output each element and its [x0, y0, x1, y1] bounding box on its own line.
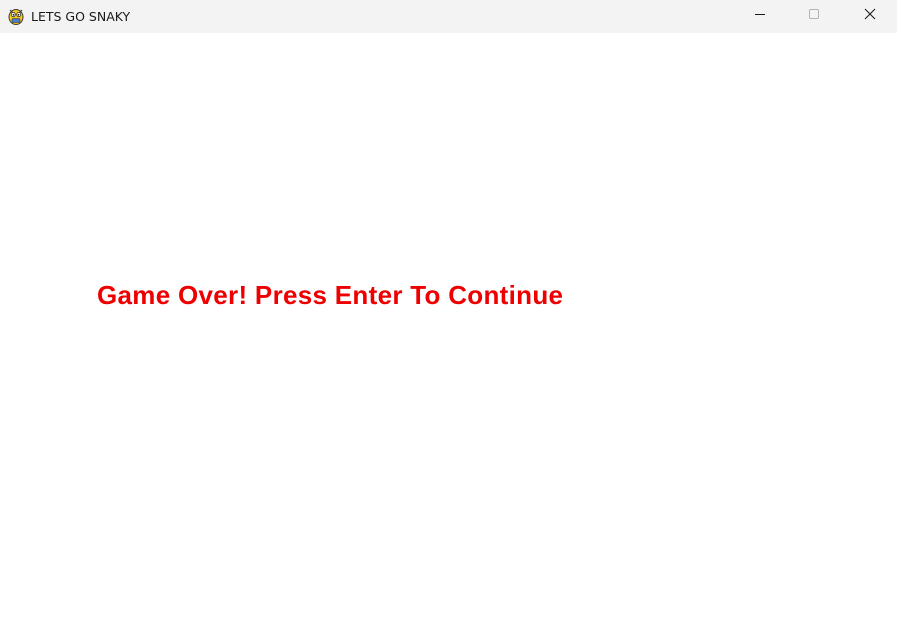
pygame-snake-icon: [7, 7, 25, 25]
window-title: LETS GO SNAKY: [31, 9, 131, 24]
minimize-icon: [754, 7, 766, 25]
title-bar[interactable]: LETS GO SNAKY: [0, 0, 897, 33]
maximize-icon: [808, 7, 820, 25]
game-window: LETS GO SNAKY Game Over! Press Enter To …: [0, 0, 897, 628]
close-button[interactable]: [847, 0, 893, 32]
minimize-button[interactable]: [737, 0, 783, 32]
game-over-message: Game Over! Press Enter To Continue: [97, 280, 564, 310]
game-canvas[interactable]: Game Over! Press Enter To Continue: [0, 33, 897, 628]
maximize-button[interactable]: [791, 0, 837, 32]
close-icon: [864, 7, 876, 25]
